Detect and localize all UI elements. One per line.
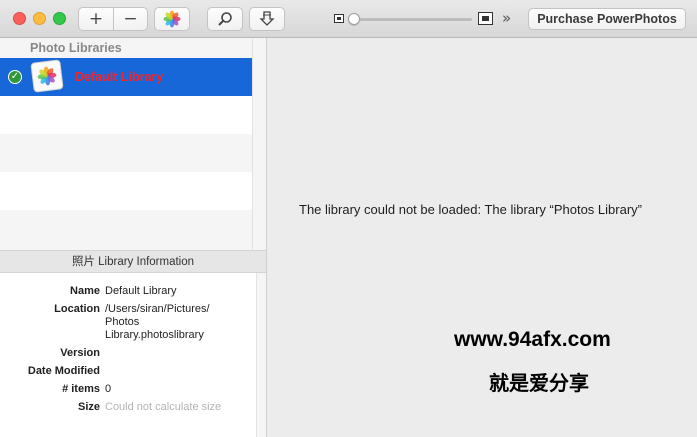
library-row-empty [0,210,252,250]
location-line: Photos [105,316,140,328]
watermark-text: 就是爱分享 [489,371,589,395]
info-items-label: # items [62,383,100,395]
sidebar: Photo Libraries ✓ Default Library 照片 Lib… [0,38,266,437]
add-library-button[interactable]: + [79,8,113,30]
checkmark-icon: ✓ [8,70,22,84]
location-line: /Users/siran/Pictures/ [105,303,210,315]
minimize-window-button[interactable] [33,12,46,25]
slider-track[interactable] [348,18,472,21]
purchase-button[interactable]: Purchase PowerPhotos [528,8,686,30]
download-icon [259,11,275,26]
info-location-label: Location [54,303,100,315]
library-list: Photo Libraries ✓ Default Library [0,38,252,250]
download-button[interactable] [249,7,285,31]
remove-library-button[interactable]: − [112,8,147,30]
info-location-value: /Users/siran/Pictures/ Photos Library.ph… [105,303,210,342]
photos-app-icon [163,10,181,28]
location-line: Library.photoslibrary [105,329,204,341]
search-button[interactable] [207,7,243,31]
library-row-empty [0,134,252,172]
info-name-value: Default Library [105,285,177,297]
library-row-empty [0,96,252,134]
toolbar-overflow-button[interactable]: » [502,9,511,27]
search-icon [218,12,232,26]
library-info-panel: Name Default Library Location /Users/sir… [0,273,256,437]
info-items-value: 0 [105,383,112,395]
info-size-label: Size [77,401,100,413]
add-remove-segmented-control: + − [78,7,148,31]
info-date-label: Date Modified [27,365,100,377]
library-list-scrollbar[interactable] [252,38,266,250]
toolbar: + − » Purchase PowerPhotos [0,0,697,38]
info-name-label: Name [70,285,100,297]
info-size-value: Could not calculate size [105,401,222,413]
slider-knob[interactable] [348,13,361,25]
library-row-default[interactable]: ✓ Default Library [0,58,252,96]
library-name: Default Library [75,70,164,84]
main-content: The library could not be loaded: The lib… [266,38,697,437]
watermark-url: www.94afx.com [454,328,611,351]
info-version-label: Version [60,347,100,359]
thumbnail-size-slider[interactable] [334,12,494,26]
zoom-window-button[interactable] [53,12,66,25]
close-window-button[interactable] [13,12,26,25]
open-in-photos-button[interactable] [154,7,190,31]
photos-library-icon [30,59,64,93]
error-message: The library could not be loaded: The lib… [299,202,642,217]
large-thumbnail-icon [478,12,493,25]
library-info-header: 照片 Library Information [0,250,266,273]
info-panel-scrollbar[interactable] [256,273,266,437]
library-list-header: Photo Libraries [0,38,252,58]
small-thumbnail-icon [334,14,344,23]
library-row-empty [0,172,252,210]
